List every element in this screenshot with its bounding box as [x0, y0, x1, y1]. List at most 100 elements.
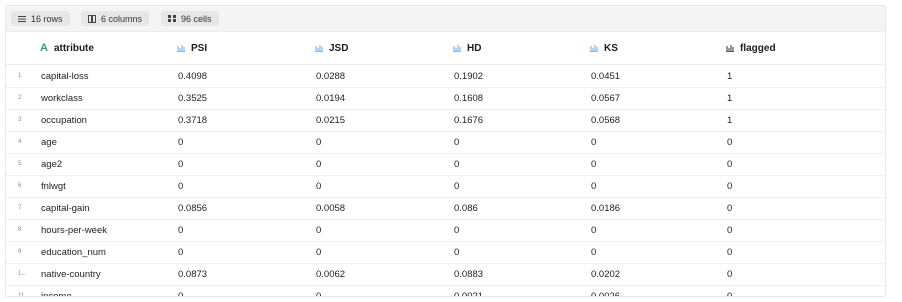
- table-cell-flagged[interactable]: 0: [727, 197, 732, 219]
- row-index: 6: [18, 183, 22, 189]
- table-cell-psi[interactable]: 0: [178, 285, 183, 297]
- table-cell-flagged[interactable]: 0: [727, 219, 732, 241]
- table-cell-ks[interactable]: 0.0026: [591, 285, 620, 297]
- table-cell-attribute[interactable]: age2: [41, 153, 62, 175]
- column-header-label: PSI: [191, 42, 208, 54]
- table-cell-ks[interactable]: 0.0451: [591, 65, 620, 87]
- table-cell-jsd[interactable]: 0: [316, 175, 321, 197]
- table-row[interactable]: 6 fnlwgt 0 0 0 0 0: [6, 175, 885, 198]
- table-cell-flagged[interactable]: 0: [727, 263, 732, 285]
- table-cell-hd[interactable]: 0: [454, 241, 459, 263]
- columns-count-chip[interactable]: 6 columns: [81, 11, 150, 26]
- table-row[interactable]: 1... native-country 0.0873 0.0062 0.0883 0.02…: [6, 263, 885, 286]
- table-cell-jsd[interactable]: 0: [316, 241, 321, 263]
- table-row[interactable]: 7 capital-gain 0.0856 0.0058 0.086 0.0186 0: [6, 197, 885, 220]
- table-cell-flagged[interactable]: 0: [727, 153, 732, 175]
- table-cell-ks[interactable]: 0.0568: [591, 109, 620, 131]
- table-cell-jsd[interactable]: 0.0288: [316, 65, 345, 87]
- table-row[interactable]: 2 workclass 0.3525 0.0194 0.1608 0.0567 1: [6, 87, 885, 110]
- table-cell-ks[interactable]: 0: [591, 175, 596, 197]
- table-cell-jsd[interactable]: 0.0194: [316, 87, 345, 109]
- table-cell-psi[interactable]: 0: [178, 175, 183, 197]
- column-header-jsd[interactable]: JSD: [315, 32, 348, 64]
- table-cell-ks[interactable]: 0: [591, 131, 596, 153]
- table-row[interactable]: 5 age2 0 0 0 0 0: [6, 153, 885, 176]
- table-cell-hd[interactable]: 0.1608: [454, 87, 483, 109]
- table-cell-hd[interactable]: 0: [454, 175, 459, 197]
- table-cell-psi[interactable]: 0.4098: [178, 65, 207, 87]
- table-cell-attribute[interactable]: native-country: [41, 263, 101, 285]
- table-row[interactable]: 11 income 0 0 0.0021 0.0026 0: [6, 285, 885, 297]
- table-cell-hd[interactable]: 0.0883: [454, 263, 483, 285]
- table-cell-ks[interactable]: 0: [591, 241, 596, 263]
- table-row[interactable]: 4 age 0 0 0 0 0: [6, 131, 885, 154]
- column-header-label: KS: [604, 42, 618, 54]
- table-cell-jsd[interactable]: 0: [316, 219, 321, 241]
- table-cell-hd[interactable]: 0.1676: [454, 109, 483, 131]
- column-header-hd[interactable]: HD: [453, 32, 481, 64]
- table-cell-hd[interactable]: 0.0021: [454, 285, 483, 297]
- row-index: 1: [18, 73, 22, 79]
- table-row[interactable]: 1 capital-loss 0.4098 0.0288 0.1902 0.0451 1: [6, 65, 885, 88]
- table-cell-ks[interactable]: 0.0202: [591, 263, 620, 285]
- table-cell-jsd[interactable]: 0: [316, 131, 321, 153]
- table-cell-flagged[interactable]: 0: [727, 241, 732, 263]
- table-cell-flagged[interactable]: 1: [727, 87, 732, 109]
- table-cell-jsd[interactable]: 0.0215: [316, 109, 345, 131]
- table-cell-hd[interactable]: 0.086: [454, 197, 478, 219]
- table-cell-jsd[interactable]: 0.0062: [316, 263, 345, 285]
- table-cell-ks[interactable]: 0: [591, 219, 596, 241]
- table-cell-jsd[interactable]: 0: [316, 153, 321, 175]
- cells-count-chip[interactable]: 96 cells: [161, 11, 219, 26]
- table-cell-psi[interactable]: 0.0873: [178, 263, 207, 285]
- table-cell-flagged[interactable]: 0: [727, 285, 732, 297]
- table-cell-psi[interactable]: 0: [178, 131, 183, 153]
- table-cell-attribute[interactable]: income: [41, 285, 72, 297]
- table-header: Aattribute PSI JSD HD KS flagged: [6, 32, 885, 65]
- table-cell-psi[interactable]: 0.3525: [178, 87, 207, 109]
- table-cell-jsd[interactable]: 0: [316, 285, 321, 297]
- table-row[interactable]: 9 education_num 0 0 0 0 0: [6, 241, 885, 264]
- bar-chart-icon: [590, 44, 598, 52]
- rows-icon: [18, 15, 26, 23]
- table-cell-psi[interactable]: 0.3718: [178, 109, 207, 131]
- table-cell-jsd[interactable]: 0.0058: [316, 197, 345, 219]
- table-cell-flagged[interactable]: 0: [727, 175, 732, 197]
- table-cell-psi[interactable]: 0: [178, 241, 183, 263]
- table-cell-hd[interactable]: 0: [454, 219, 459, 241]
- table-cell-ks[interactable]: 0.0186: [591, 197, 620, 219]
- table-cell-attribute[interactable]: fnlwgt: [41, 175, 66, 197]
- text-type-icon: A: [40, 41, 48, 54]
- table-cell-psi[interactable]: 0: [178, 153, 183, 175]
- table-cell-attribute[interactable]: age: [41, 131, 57, 153]
- column-header-psi[interactable]: PSI: [177, 32, 207, 64]
- table-cell-hd[interactable]: 0.1902: [454, 65, 483, 87]
- table-row[interactable]: 8 hours-per-week 0 0 0 0 0: [6, 219, 885, 242]
- column-header-label: attribute: [53, 42, 94, 54]
- table-cell-hd[interactable]: 0: [454, 131, 459, 153]
- column-header-ks[interactable]: KS: [590, 32, 618, 64]
- row-index: 7: [18, 205, 22, 211]
- table-cell-attribute[interactable]: workclass: [41, 87, 83, 109]
- table-cell-psi[interactable]: 0: [178, 219, 183, 241]
- table-cell-hd[interactable]: 0: [454, 153, 459, 175]
- table-cell-attribute[interactable]: occupation: [41, 109, 87, 131]
- table-cell-psi[interactable]: 0.0856: [178, 197, 207, 219]
- column-header-flagged[interactable]: flagged: [726, 32, 776, 64]
- row-index: 11: [18, 293, 25, 297]
- table-cell-flagged[interactable]: 1: [727, 109, 732, 131]
- column-header-label: HD: [467, 42, 482, 54]
- table-cell-attribute[interactable]: capital-loss: [41, 65, 89, 87]
- table-cell-flagged[interactable]: 1: [727, 65, 732, 87]
- table-cell-attribute[interactable]: capital-gain: [41, 197, 90, 219]
- columns-count-label: 6 columns: [101, 13, 143, 24]
- table-cell-attribute[interactable]: education_num: [41, 241, 106, 263]
- table-cell-attribute[interactable]: hours-per-week: [41, 219, 107, 241]
- table-row[interactable]: 3 occupation 0.3718 0.0215 0.1676 0.0568 1: [6, 109, 885, 132]
- table-cell-ks[interactable]: 0: [591, 153, 596, 175]
- row-index: 4: [18, 139, 22, 145]
- table-cell-flagged[interactable]: 0: [727, 131, 732, 153]
- column-header-attribute[interactable]: Aattribute: [40, 32, 94, 64]
- table-cell-ks[interactable]: 0.0567: [591, 87, 620, 109]
- rows-count-chip[interactable]: 16 rows: [11, 11, 70, 26]
